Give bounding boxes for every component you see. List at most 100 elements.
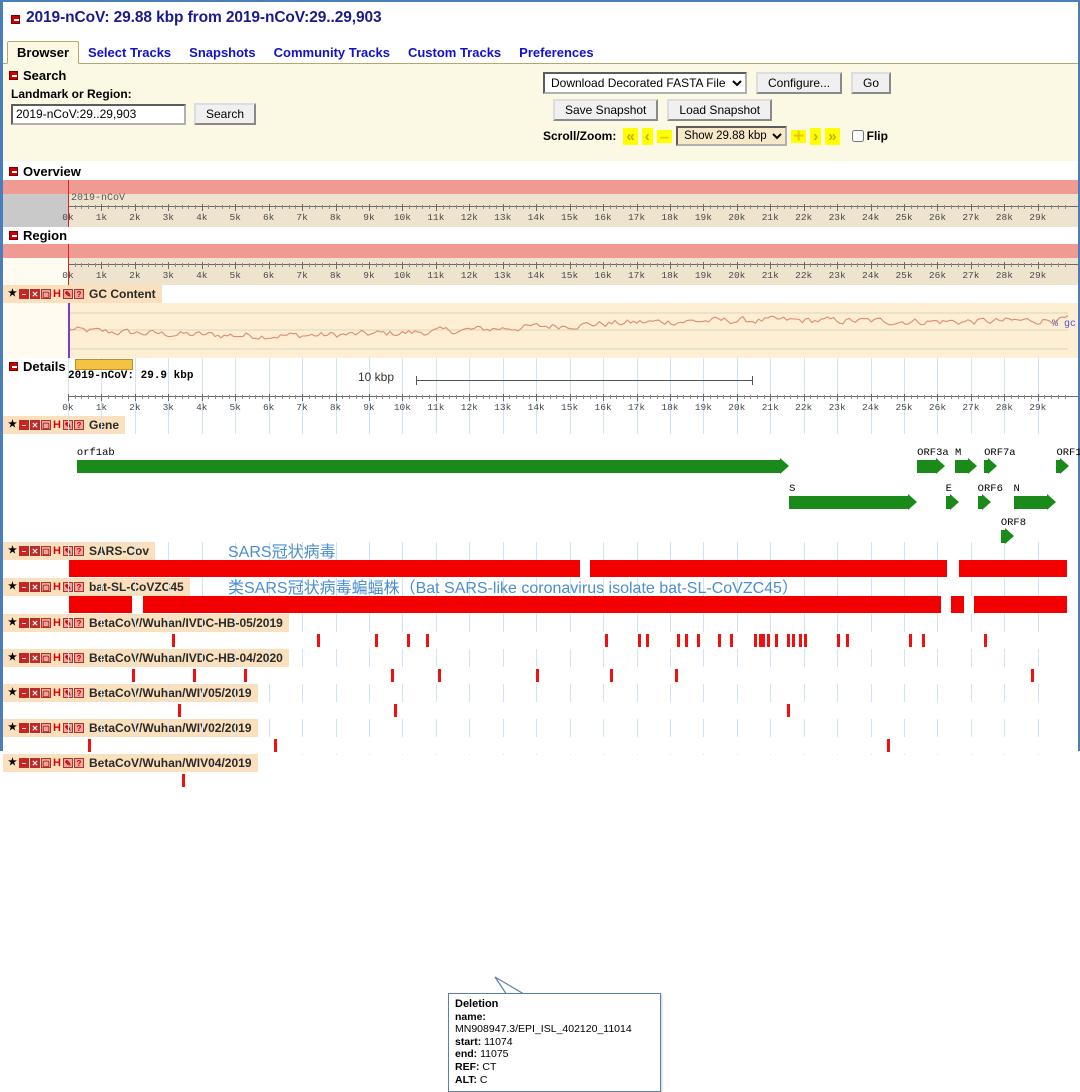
- variant-mark[interactable]: [391, 669, 394, 682]
- download-format-select[interactable]: Download Decorated FASTA File: [543, 72, 747, 94]
- help-icon[interactable]: ?: [74, 289, 84, 299]
- track-body[interactable]: [3, 772, 1078, 789]
- minimize-icon[interactable]: –: [19, 582, 29, 592]
- minimize-icon[interactable]: –: [19, 420, 29, 430]
- close-icon[interactable]: ✕: [30, 618, 40, 628]
- help-icon[interactable]: ?: [74, 618, 84, 628]
- image-icon[interactable]: ▢: [41, 653, 51, 663]
- gene-feature[interactable]: [978, 496, 982, 509]
- details-zoom-chip[interactable]: [75, 359, 133, 370]
- variant-mark[interactable]: [730, 634, 733, 647]
- variant-mark[interactable]: [775, 634, 778, 647]
- resize-handle-icon[interactable]: H: [52, 758, 62, 768]
- variant-mark[interactable]: [675, 669, 678, 682]
- variant-mark[interactable]: [922, 634, 925, 647]
- variant-tooltip[interactable]: Deletion name: MN908947.3/EPI_ISL_402120…: [448, 993, 661, 1092]
- variant-mark[interactable]: [610, 669, 613, 682]
- variant-mark[interactable]: [536, 669, 539, 682]
- resize-handle-icon[interactable]: H: [52, 582, 62, 592]
- track-label-betacov-wuhan-wiv02-2019[interactable]: ★–✕▢H✎?BetaCoV/Wuhan/WIV02/2019: [3, 719, 258, 737]
- variant-mark[interactable]: [767, 634, 770, 647]
- minimize-icon[interactable]: –: [19, 688, 29, 698]
- favorite-star-icon[interactable]: ★: [7, 758, 18, 768]
- variant-mark[interactable]: [787, 634, 790, 647]
- search-collapse-icon[interactable]: [9, 71, 18, 80]
- region-strip[interactable]: 0k1k2k3k4k5k6k7k8k9k10k11k12k13k14k15k16…: [3, 244, 1078, 285]
- help-icon[interactable]: ?: [74, 420, 84, 430]
- overview-header[interactable]: Overview: [3, 163, 1078, 180]
- overview-collapse-icon[interactable]: [9, 167, 18, 176]
- variant-mark[interactable]: [646, 634, 649, 647]
- close-icon[interactable]: ✕: [30, 653, 40, 663]
- alignment-segment[interactable]: [143, 596, 941, 613]
- variant-mark[interactable]: [244, 669, 247, 682]
- tab-preferences[interactable]: Preferences: [510, 42, 602, 63]
- image-icon[interactable]: ▢: [41, 758, 51, 768]
- variant-mark[interactable]: [792, 634, 795, 647]
- variant-mark[interactable]: [754, 634, 757, 647]
- scroll-far-right-icon[interactable]: »: [825, 128, 839, 145]
- favorite-star-icon[interactable]: ★: [7, 618, 18, 628]
- landmark-input[interactable]: [11, 104, 186, 125]
- resize-handle-icon[interactable]: H: [52, 653, 62, 663]
- variant-mark[interactable]: [846, 634, 849, 647]
- variant-mark[interactable]: [274, 739, 277, 752]
- close-icon[interactable]: ✕: [30, 582, 40, 592]
- scroll-right-icon[interactable]: ›: [810, 128, 821, 145]
- gene-track[interactable]: orf1abSORF3aEMORF6ORF7aORF8NORF10: [3, 434, 1078, 542]
- favorite-star-icon[interactable]: ★: [7, 653, 18, 663]
- zoom-out-icon[interactable]: –: [657, 130, 672, 143]
- variant-mark[interactable]: [178, 704, 181, 717]
- close-icon[interactable]: ✕: [30, 688, 40, 698]
- tab-browser[interactable]: Browser: [7, 41, 79, 64]
- favorite-star-icon[interactable]: ★: [7, 582, 18, 592]
- image-icon[interactable]: ▢: [41, 618, 51, 628]
- track-label-bat-sl-covzc45[interactable]: ★–✕▢H✎?bat-SL-CoVZC45: [3, 578, 190, 596]
- minimize-icon[interactable]: –: [19, 289, 29, 299]
- configure-button[interactable]: Configure...: [756, 72, 842, 94]
- minimize-icon[interactable]: –: [19, 723, 29, 733]
- alignment-segment[interactable]: [959, 560, 1067, 577]
- gene-feature[interactable]: [1001, 530, 1005, 543]
- track-label-gene[interactable]: ★ – ✕ ▢ H ✎ ? Gene: [3, 416, 125, 434]
- variant-mark[interactable]: [837, 634, 840, 647]
- image-icon[interactable]: ▢: [41, 723, 51, 733]
- help-icon[interactable]: ?: [74, 688, 84, 698]
- variant-mark[interactable]: [317, 634, 320, 647]
- gene-feature[interactable]: [789, 496, 908, 509]
- zoom-level-select[interactable]: Show 29.88 kbp: [676, 126, 787, 146]
- variant-mark[interactable]: [193, 669, 196, 682]
- variant-mark[interactable]: [426, 634, 429, 647]
- variant-mark[interactable]: [799, 634, 802, 647]
- help-icon[interactable]: ?: [74, 546, 84, 556]
- edit-pencil-icon[interactable]: ✎: [63, 758, 73, 768]
- track-body[interactable]: [3, 737, 1078, 754]
- variant-mark[interactable]: [394, 704, 397, 717]
- help-icon[interactable]: ?: [74, 723, 84, 733]
- image-icon[interactable]: ▢: [41, 688, 51, 698]
- variant-mark[interactable]: [697, 634, 700, 647]
- gene-feature[interactable]: [77, 460, 780, 473]
- close-icon[interactable]: ✕: [30, 420, 40, 430]
- variant-mark[interactable]: [804, 634, 807, 647]
- gene-feature[interactable]: [1014, 496, 1047, 509]
- region-header[interactable]: Region: [3, 227, 1078, 244]
- search-button[interactable]: Search: [194, 103, 256, 125]
- variant-mark[interactable]: [677, 634, 680, 647]
- gene-feature[interactable]: [946, 496, 950, 509]
- tab-community-tracks[interactable]: Community Tracks: [265, 42, 399, 63]
- help-icon[interactable]: ?: [74, 758, 84, 768]
- scroll-left-icon[interactable]: ‹: [642, 128, 653, 145]
- image-icon[interactable]: ▢: [41, 420, 51, 430]
- variant-mark[interactable]: [984, 634, 987, 647]
- edit-pencil-icon[interactable]: ✎: [63, 289, 73, 299]
- resize-handle-icon[interactable]: H: [52, 723, 62, 733]
- gene-feature[interactable]: [1056, 460, 1060, 473]
- track-label-betacov-wuhan-ivdc-hb-05-2019[interactable]: ★–✕▢H✎?BetaCoV/Wuhan/IVDC-HB-05/2019: [3, 614, 289, 632]
- variant-mark[interactable]: [718, 634, 721, 647]
- favorite-star-icon[interactable]: ★: [7, 688, 18, 698]
- favorite-star-icon[interactable]: ★: [7, 546, 18, 556]
- variant-mark[interactable]: [638, 634, 641, 647]
- region-collapse-icon[interactable]: [9, 231, 18, 240]
- save-snapshot-button[interactable]: Save Snapshot: [553, 99, 658, 121]
